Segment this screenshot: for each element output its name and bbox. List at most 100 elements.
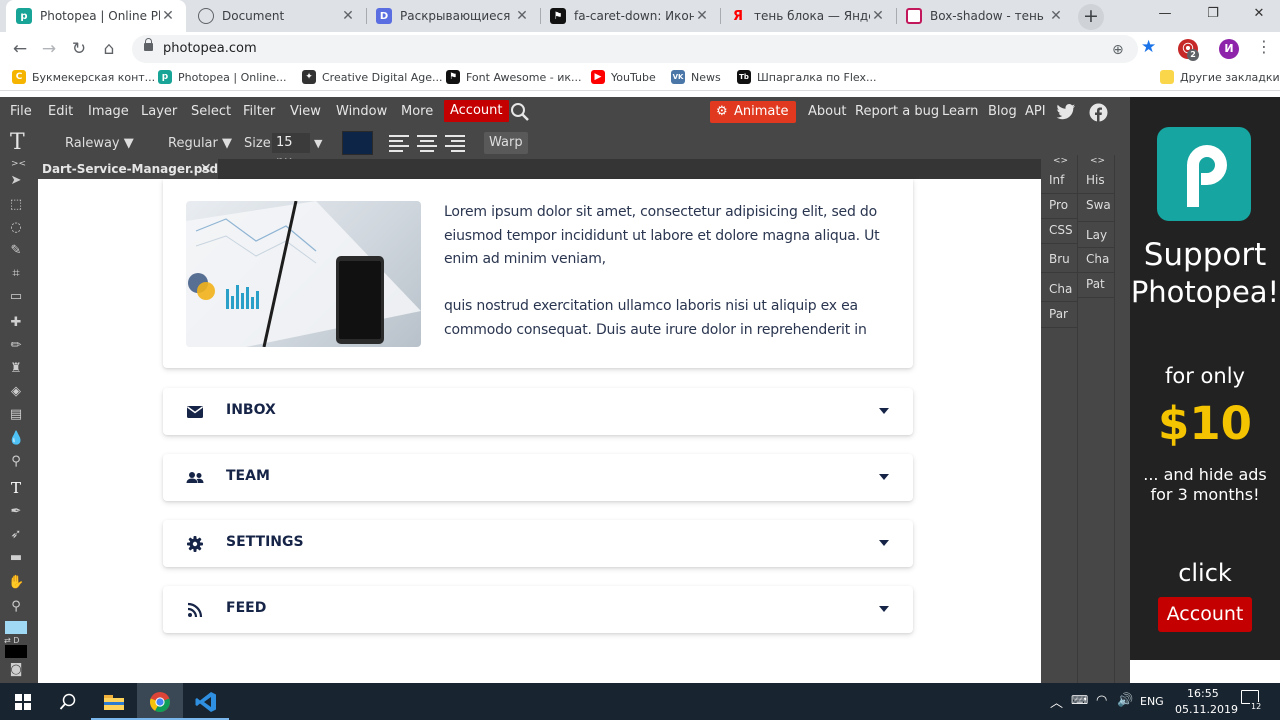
close-document-icon[interactable]: ✕ bbox=[200, 159, 212, 179]
background-color-swatch[interactable] bbox=[5, 645, 27, 658]
menu-window[interactable]: Window bbox=[336, 104, 387, 119]
menu-api[interactable]: API bbox=[1025, 104, 1046, 119]
ad-account-button[interactable]: Account bbox=[1158, 597, 1252, 632]
panel-tab-info[interactable]: Inf bbox=[1049, 173, 1064, 187]
stamp-tool-icon[interactable]: ♜ bbox=[8, 361, 24, 377]
hand-tool-icon[interactable]: ✋ bbox=[8, 575, 24, 591]
quick-mask-icon[interactable]: ◙ bbox=[8, 662, 24, 678]
lasso-tool-icon[interactable]: ◌ bbox=[8, 220, 24, 236]
animate-button[interactable]: ⚙ Animate bbox=[710, 101, 797, 123]
panel-tab-css[interactable]: CSS bbox=[1049, 223, 1073, 237]
menu-report-bug[interactable]: Report a bug bbox=[855, 104, 939, 119]
menu-select[interactable]: Select bbox=[191, 104, 231, 119]
panel-tab-swatches[interactable]: Swa bbox=[1086, 198, 1111, 212]
font-size-input[interactable]: 15 px bbox=[272, 133, 310, 170]
minimize-window-button[interactable]: — bbox=[1142, 0, 1188, 30]
panel-tab-brush[interactable]: Bru bbox=[1049, 252, 1070, 266]
marquee-tool-icon[interactable]: ⬚ bbox=[8, 197, 24, 213]
blur-tool-icon[interactable]: 💧 bbox=[8, 431, 24, 447]
brush-tool-icon[interactable]: ✏ bbox=[8, 338, 24, 354]
ruler-tool-icon[interactable]: ▭ bbox=[8, 289, 24, 305]
restore-window-button[interactable]: ❐ bbox=[1190, 0, 1236, 30]
panel-tab-channels[interactable]: Cha bbox=[1086, 252, 1109, 266]
close-tab-icon[interactable]: ✕ bbox=[694, 8, 710, 24]
gradient-tool-icon[interactable]: ▤ bbox=[8, 407, 24, 423]
panel-tab-paragraph[interactable]: Par bbox=[1049, 307, 1068, 321]
dodge-tool-icon[interactable]: ⚲ bbox=[8, 454, 24, 470]
size-dropdown-icon[interactable]: ▼ bbox=[314, 137, 322, 150]
file-explorer-button[interactable] bbox=[91, 683, 137, 720]
browser-tab-document[interactable]: Document ✕ bbox=[188, 0, 366, 32]
panel-tab-properties[interactable]: Pro bbox=[1049, 198, 1068, 212]
wifi-icon[interactable]: ◠ bbox=[1096, 693, 1107, 708]
close-tab-icon[interactable]: ✕ bbox=[870, 8, 886, 24]
bookmark-item[interactable]: ✦ Creative Digital Age... bbox=[302, 70, 443, 84]
bookmark-item[interactable]: Tb Шпаргалка по Flex... bbox=[737, 70, 877, 84]
shape-tool-icon[interactable]: ▬ bbox=[8, 550, 24, 566]
browser-tab-box-shadow[interactable]: Box-shadow - тень бло ✕ bbox=[896, 0, 1074, 32]
accordion-item-settings[interactable]: SETTINGS bbox=[163, 520, 913, 567]
close-tab-icon[interactable]: ✕ bbox=[514, 8, 530, 24]
eraser-tool-icon[interactable]: ◈ bbox=[8, 384, 24, 400]
network-adapter-icon[interactable]: ⌨ bbox=[1071, 693, 1088, 707]
document-canvas[interactable]: Lorem ipsum dolor sit amet, consectetur … bbox=[38, 179, 1041, 683]
menu-about[interactable]: About bbox=[808, 104, 846, 119]
accordion-item-feed[interactable]: FEED bbox=[163, 586, 913, 633]
menu-view[interactable]: View bbox=[290, 104, 321, 119]
bookmark-star-icon[interactable]: ★ bbox=[1141, 37, 1156, 57]
zoom-tool-icon[interactable]: ⚲ bbox=[8, 599, 24, 615]
text-color-swatch[interactable] bbox=[342, 131, 373, 155]
browser-tab-yandex[interactable]: Я тень блока — Яндекс ✕ bbox=[720, 0, 896, 32]
menu-layer[interactable]: Layer bbox=[141, 104, 177, 119]
font-family-select[interactable]: Raleway ▼ bbox=[65, 136, 134, 151]
home-icon[interactable]: ⌂ bbox=[98, 38, 120, 60]
menu-filter[interactable]: Filter bbox=[243, 104, 275, 119]
magic-wand-icon[interactable]: ✎ bbox=[8, 243, 24, 259]
path-select-icon[interactable]: ➶ bbox=[8, 527, 24, 543]
warp-button[interactable]: Warp bbox=[484, 132, 528, 154]
search-button[interactable] bbox=[45, 683, 91, 720]
show-hidden-icons[interactable]: ︿ bbox=[1050, 692, 1063, 711]
accordion-item-inbox[interactable]: INBOX bbox=[163, 388, 913, 435]
back-arrow-icon[interactable]: ← bbox=[9, 38, 31, 60]
input-language[interactable]: ENG bbox=[1140, 695, 1164, 708]
clock-date[interactable]: 05.11.2019 bbox=[1175, 703, 1238, 716]
twitter-icon[interactable] bbox=[1056, 103, 1076, 121]
panel-grip-icon[interactable]: >< bbox=[11, 159, 26, 169]
facebook-icon[interactable] bbox=[1089, 103, 1108, 122]
browser-tab-dropdown-blocks[interactable]: D Раскрывающиеся бло ✕ bbox=[366, 0, 540, 32]
pen-tool-icon[interactable]: ✒ bbox=[8, 504, 24, 520]
crop-tool-icon[interactable]: ⌗ bbox=[8, 266, 24, 282]
browser-tab-photopea[interactable]: p Photopea | Online Phot ✕ bbox=[6, 0, 186, 32]
start-button[interactable] bbox=[0, 683, 46, 720]
bookmark-item[interactable]: ⚑ Font Awesome - ик... bbox=[446, 70, 581, 84]
close-window-button[interactable]: ✕ bbox=[1236, 0, 1280, 30]
close-tab-icon[interactable]: ✕ bbox=[340, 8, 356, 24]
foreground-color-swatch[interactable] bbox=[5, 621, 27, 634]
address-bar[interactable]: photopea.com ⊕ bbox=[132, 35, 1138, 63]
move-tool-icon[interactable]: ➤ bbox=[8, 173, 24, 189]
reload-icon[interactable]: ↻ bbox=[68, 38, 90, 60]
bookmark-item[interactable]: p Photopea | Online... bbox=[158, 70, 287, 84]
panel-tab-character[interactable]: Cha bbox=[1049, 282, 1072, 296]
forward-arrow-icon[interactable]: → bbox=[38, 38, 60, 60]
menu-file[interactable]: File bbox=[10, 104, 32, 119]
align-center-icon[interactable] bbox=[417, 135, 437, 152]
panel-grip-icon[interactable]: <> bbox=[1053, 156, 1068, 166]
bookmark-item[interactable]: ▶ YouTube bbox=[591, 70, 656, 84]
panel-tab-paths[interactable]: Pat bbox=[1086, 277, 1105, 291]
close-tab-icon[interactable]: ✕ bbox=[1048, 8, 1064, 24]
align-right-icon[interactable] bbox=[445, 135, 465, 152]
accordion-item-team[interactable]: TEAM bbox=[163, 454, 913, 501]
browser-tab-font-awesome[interactable]: ⚑ fa-caret-down: Иконки ✕ bbox=[540, 0, 720, 32]
close-tab-icon[interactable]: ✕ bbox=[160, 8, 176, 24]
menu-learn[interactable]: Learn bbox=[942, 104, 978, 119]
menu-edit[interactable]: Edit bbox=[48, 104, 73, 119]
menu-image[interactable]: Image bbox=[88, 104, 129, 119]
panel-tab-layers[interactable]: Lay bbox=[1086, 228, 1107, 242]
chrome-menu-icon[interactable]: ⋮ bbox=[1256, 37, 1272, 56]
chrome-taskbar-button[interactable] bbox=[137, 683, 183, 720]
align-left-icon[interactable] bbox=[389, 135, 409, 152]
bookmark-item[interactable]: VK News bbox=[671, 70, 721, 84]
account-button[interactable]: Account bbox=[444, 100, 509, 122]
